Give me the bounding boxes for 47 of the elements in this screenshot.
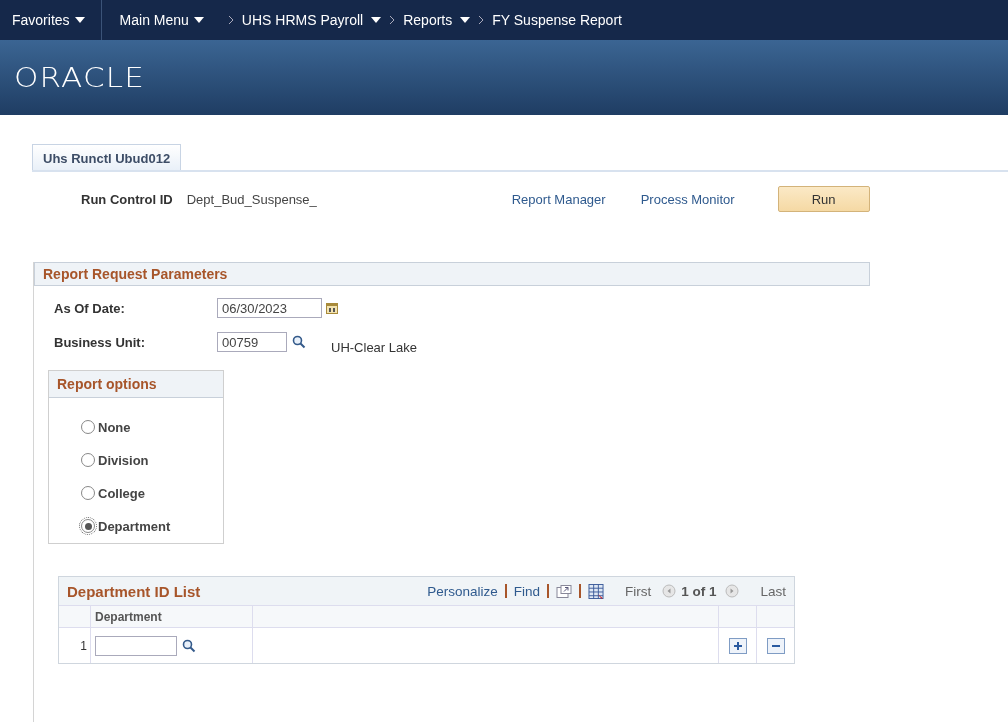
link[interactable]: Report Manager [511, 191, 606, 207]
radio-option[interactable]: Department [81, 517, 171, 535]
tab[interactable]: Uhs Runctl Ubud012 [32, 144, 182, 170]
last-link[interactable]: Last [760, 583, 786, 599]
radio-button[interactable] [81, 453, 95, 467]
logo: ORACLE [14, 62, 145, 93]
add-row-icon[interactable] [728, 637, 747, 654]
grid-title: Department ID List [67, 582, 201, 600]
search-icon[interactable] [292, 335, 306, 349]
dropdown-icon [193, 17, 204, 23]
first-link[interactable]: First [624, 583, 652, 599]
breadcrumb-link[interactable]: FY Suspense Report [492, 12, 622, 28]
spreadsheet-icon[interactable] [587, 583, 604, 599]
search-icon[interactable] [182, 638, 196, 653]
radio-button[interactable] [81, 486, 95, 500]
section-header: Report options [49, 371, 223, 398]
field-value: Dept_Bud_Suspense_ [186, 191, 318, 207]
row-count: 1 of 1 [681, 583, 717, 599]
field-description: UH-Clear Lake [331, 339, 417, 355]
personalize-link[interactable]: Personalize [427, 583, 498, 599]
main-menu[interactable]: Main Menu [119, 0, 220, 40]
section-header: Report Request Parameters [34, 262, 870, 286]
new-window-icon[interactable] [555, 583, 572, 599]
chevron-icon [389, 15, 396, 25]
radio-option[interactable]: None [81, 418, 131, 436]
breadcrumb-link[interactable]: Reports [403, 12, 453, 28]
field-label: As Of Date: [54, 300, 126, 316]
business-unit-field[interactable]: 00759 [217, 332, 287, 352]
find-link[interactable]: Find [513, 583, 540, 599]
date-field[interactable]: 06/30/2023 [217, 298, 322, 318]
chevron-icon [227, 15, 234, 25]
delete-row-icon[interactable] [766, 637, 785, 654]
breadcrumb-link[interactable]: UHS HRMS Payroll [241, 12, 364, 28]
radio-option[interactable]: College [81, 484, 145, 502]
dropdown-icon [74, 17, 85, 23]
calendar-icon[interactable] [326, 302, 338, 314]
department-field[interactable] [95, 635, 177, 656]
column-header: Department [91, 606, 253, 627]
radio-button[interactable] [81, 519, 95, 533]
radio-button[interactable] [81, 420, 95, 434]
row-number: 1 [59, 628, 91, 663]
radio-option[interactable]: Division [81, 451, 149, 469]
link[interactable]: Process Monitor [640, 191, 735, 207]
field-label: Run Control ID [81, 191, 173, 207]
field-label: Business Unit: [54, 334, 146, 350]
chevron-icon [478, 15, 485, 25]
run-button[interactable]: Run [777, 186, 870, 212]
